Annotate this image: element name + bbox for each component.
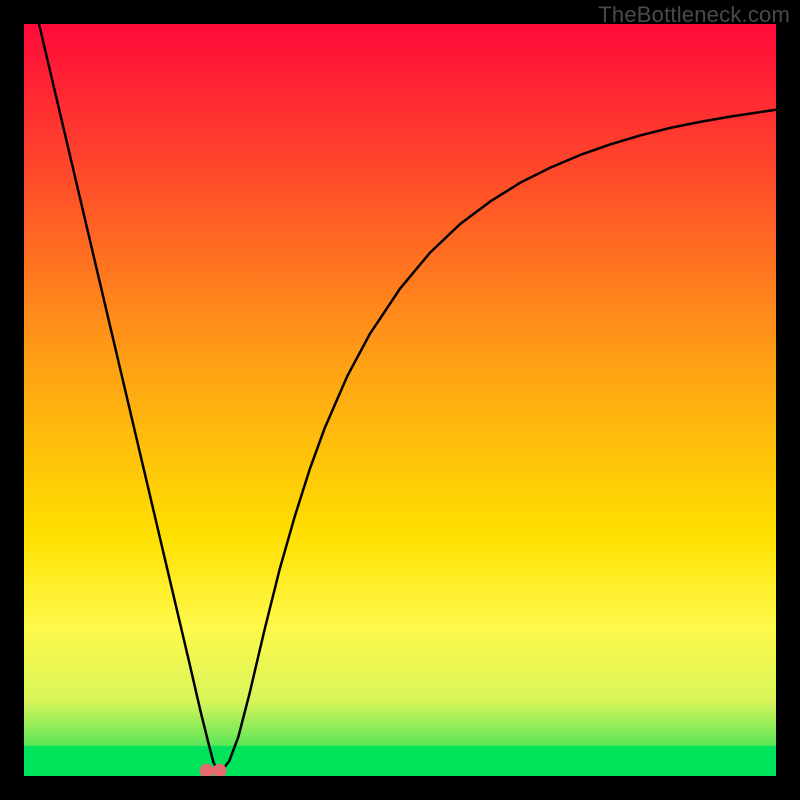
watermark-text: TheBottleneck.com <box>598 2 790 28</box>
chart-frame <box>24 24 776 776</box>
bottleneck-chart <box>24 24 776 776</box>
gradient-background <box>24 24 776 776</box>
green-band <box>24 746 776 776</box>
